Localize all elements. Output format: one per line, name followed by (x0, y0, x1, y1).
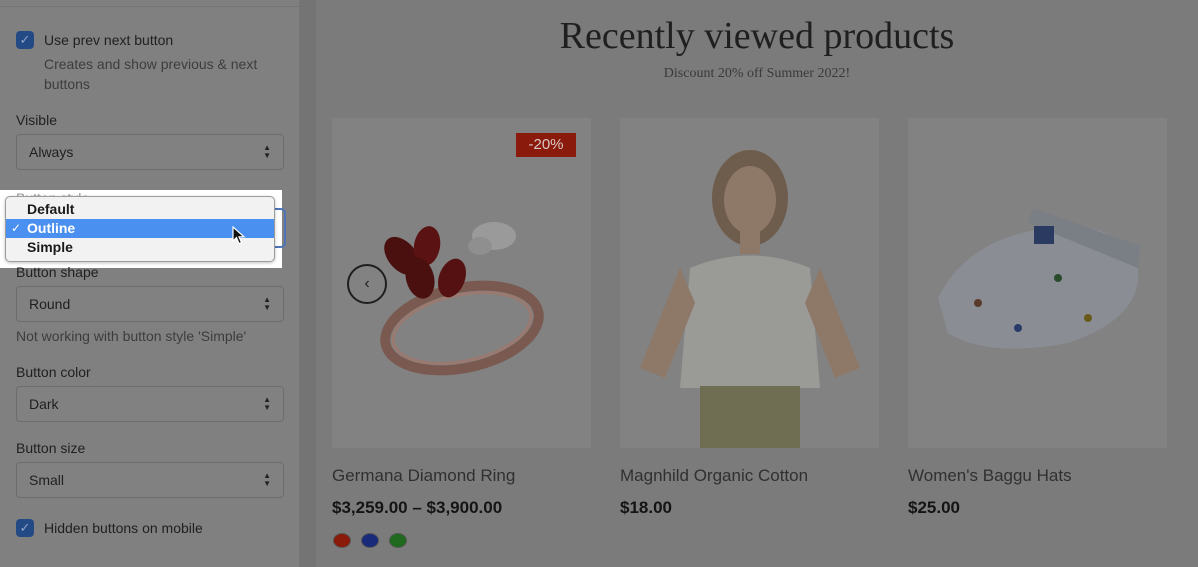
discount-badge: -20% (516, 133, 576, 157)
hidden-on-mobile-checkbox-row[interactable]: ✓ Hidden buttons on mobile (16, 519, 203, 537)
product-image-cotton-top[interactable] (620, 118, 879, 448)
button-shape-label: Button shape (16, 264, 99, 280)
swatch-red[interactable] (333, 533, 351, 548)
chevron-left-icon: ‹ (364, 275, 370, 292)
button-size-value: Small (29, 472, 65, 488)
button-color-label: Button color (16, 364, 91, 380)
use-prev-next-checkbox-row[interactable]: ✓ Use prev next button (16, 31, 173, 49)
divider (0, 6, 300, 7)
select-arrows-icon: ▲ ▼ (263, 395, 271, 412)
button-shape-help: Not working with button style 'Simple' (16, 328, 247, 344)
button-shape-value: Round (29, 296, 71, 312)
product-name[interactable]: Magnhild Organic Cotton (620, 466, 808, 486)
select-arrows-icon: ▲ ▼ (263, 471, 271, 488)
mouse-pointer-icon (232, 226, 246, 245)
color-swatches (333, 533, 407, 548)
visible-label: Visible (16, 112, 57, 128)
checkbox-checked-icon[interactable]: ✓ (16, 31, 34, 49)
select-arrows-icon: ▲ ▼ (263, 143, 271, 160)
section-subtitle: Discount 20% off Summer 2022! (663, 66, 851, 81)
product-name[interactable]: Women's Baggu Hats (908, 466, 1072, 486)
section-title: Recently viewed products (559, 15, 955, 57)
option-default[interactable]: Default (6, 200, 274, 219)
swatch-blue[interactable] (361, 533, 379, 548)
button-size-select[interactable]: Small ▲ ▼ (16, 462, 284, 498)
use-prev-next-label: Use prev next button (44, 32, 174, 48)
button-shape-select[interactable]: Round ▲ ▼ (16, 286, 284, 322)
swatch-green[interactable] (389, 533, 407, 548)
panel-scrollbar-track[interactable] (300, 0, 316, 567)
select-arrows-icon: ▲ ▼ (263, 295, 271, 312)
product-price: $3,259.00 – $3,900.00 (332, 498, 503, 517)
button-style-select[interactable] (274, 208, 286, 248)
button-color-value: Dark (29, 396, 59, 412)
hidden-on-mobile-label: Hidden buttons on mobile (44, 520, 203, 536)
checkbox-checked-icon[interactable]: ✓ (16, 519, 34, 537)
visible-select-value: Always (29, 144, 74, 160)
button-color-select[interactable]: Dark ▲ ▼ (16, 386, 284, 422)
product-name[interactable]: Germana Diamond Ring (332, 466, 515, 486)
visible-select[interactable]: Always ▲ ▼ (16, 134, 284, 170)
prev-arrow-button[interactable]: ‹ (347, 264, 387, 304)
product-image-hat[interactable] (908, 118, 1167, 448)
checkmark-icon: ✓ (11, 221, 22, 235)
product-price: $25.00 (908, 498, 960, 517)
button-size-label: Button size (16, 440, 86, 456)
product-price: $18.00 (620, 498, 672, 517)
use-prev-next-help: Creates and show previous & next buttons (44, 56, 258, 92)
